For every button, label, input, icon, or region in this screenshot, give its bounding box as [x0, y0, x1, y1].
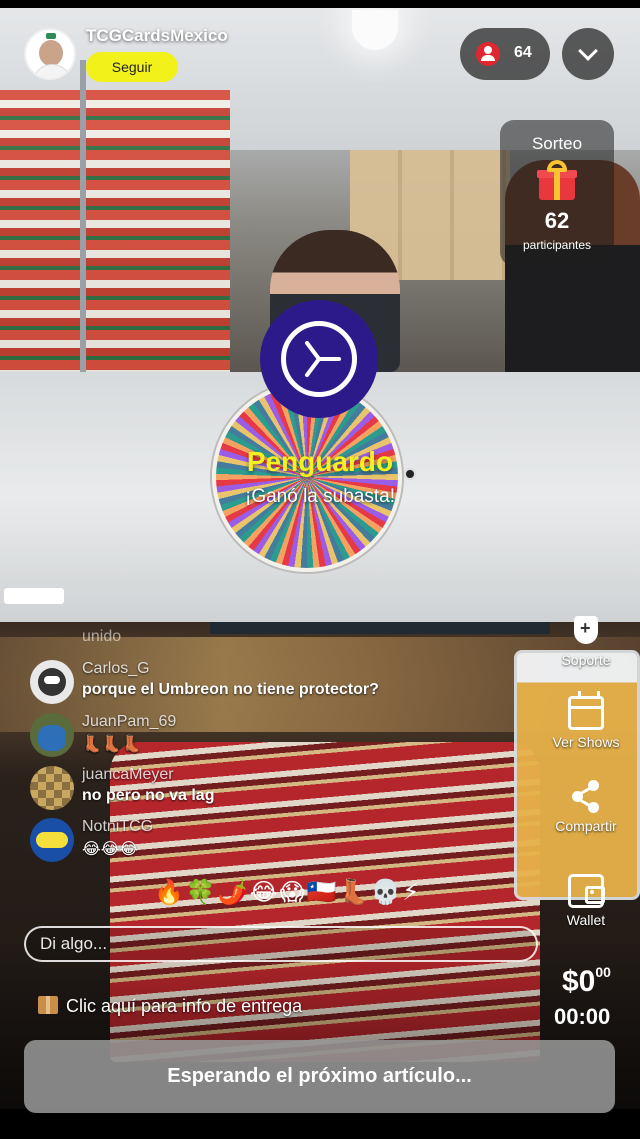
- delivery-info-link[interactable]: Clic aquí para info de entrega: [38, 996, 302, 1017]
- countdown-timer: 00:00: [554, 1004, 611, 1029]
- share-icon: [568, 780, 604, 814]
- chat-username[interactable]: juancaMeyer: [82, 766, 174, 784]
- channel-avatar[interactable]: [24, 28, 76, 80]
- wallet-icon: [568, 874, 605, 908]
- chat-text: 😂😂😂: [82, 841, 139, 858]
- juancameyer-avatar[interactable]: [30, 766, 74, 810]
- chat-message: juancaMeyer no pero no va lag: [30, 766, 470, 812]
- chat-text: porque el Umbreon no tiene protector?: [82, 681, 379, 698]
- monitor-edge: [210, 622, 550, 634]
- quick-reactions-bar[interactable]: 🔥🍀🌶️😂😱🇨🇱👢💀⚡: [154, 878, 421, 907]
- chat-input[interactable]: [24, 926, 538, 962]
- package-icon: [38, 996, 58, 1014]
- winner-name: Penguardo: [246, 446, 394, 477]
- app-sorteos-tag: [4, 588, 64, 604]
- timer-icon: [305, 341, 341, 377]
- support-label: Soporte: [561, 652, 611, 668]
- shirt-logo: [46, 33, 56, 39]
- chat-text: no pero no va lag: [82, 787, 215, 804]
- participants-count: 62: [544, 208, 570, 233]
- shelf-rail: [80, 60, 86, 372]
- waiting-next-item-button[interactable]: Esperando el próximo artículo...: [24, 1040, 615, 1113]
- wallet-label: Wallet: [566, 912, 606, 928]
- avatar-face: [39, 40, 63, 66]
- chat-faded-line: unido: [82, 628, 122, 645]
- delivery-info-text: Clic aquí para info de entrega: [66, 996, 303, 1016]
- card-shelf: [0, 90, 230, 372]
- chat-message: JuanPam_69 👢👢👢: [30, 713, 470, 759]
- giveaway-card[interactable]: Sorteo 62 participantes: [500, 120, 614, 266]
- chat-message: Carlos_G porque el Umbreon no tiene prot…: [30, 660, 470, 706]
- live-show-screen: TCGCardsMexico Seguir 64 Sorteo 62 parti…: [0, 0, 640, 1139]
- channel-name[interactable]: TCGCardsMexico: [86, 26, 228, 46]
- participants-label: participantes: [522, 238, 592, 252]
- status-bar-strip: [0, 0, 640, 8]
- footer-strip: [0, 1109, 640, 1139]
- viewer-counter[interactable]: 64: [460, 28, 550, 80]
- giveaway-title: Sorteo: [531, 134, 583, 153]
- graded-card-slab: [514, 650, 640, 900]
- view-shows-button[interactable]: Ver Shows: [536, 691, 636, 750]
- current-price: $000: [562, 964, 611, 999]
- calendar-icon: [568, 691, 604, 730]
- chat-username[interactable]: Carlos_G: [82, 660, 150, 678]
- price-amount: $0: [562, 965, 596, 998]
- notnitcg-avatar[interactable]: [30, 818, 74, 862]
- follow-button[interactable]: Seguir: [86, 52, 178, 82]
- chevron-down-icon: [578, 41, 598, 61]
- carlos-avatar[interactable]: [30, 660, 74, 704]
- viewer-count: 64: [514, 44, 532, 61]
- chat-username[interactable]: JuanPam_69: [82, 713, 176, 731]
- person-icon: [476, 42, 500, 66]
- collapse-button[interactable]: [562, 28, 614, 80]
- view-shows-label: Ver Shows: [552, 734, 620, 750]
- avatar-shirt: [32, 64, 72, 78]
- auction-timer-badge: [260, 300, 378, 418]
- support-button[interactable]: Soporte: [536, 614, 636, 668]
- juanpam-avatar[interactable]: [30, 713, 74, 757]
- share-label: Compartir: [555, 818, 617, 834]
- chat-text: 👢👢👢: [82, 736, 142, 753]
- winner-message: ¡Ganó la subasta!: [245, 486, 395, 507]
- price-cents: 00: [595, 964, 611, 980]
- support-icon: [568, 614, 604, 648]
- chat-message: NotniTCG 😂😂😂: [30, 818, 470, 864]
- gift-icon: [537, 160, 577, 200]
- share-button[interactable]: Compartir: [536, 780, 636, 834]
- wallet-button[interactable]: Wallet: [536, 874, 636, 928]
- chat-username[interactable]: NotniTCG: [82, 818, 153, 836]
